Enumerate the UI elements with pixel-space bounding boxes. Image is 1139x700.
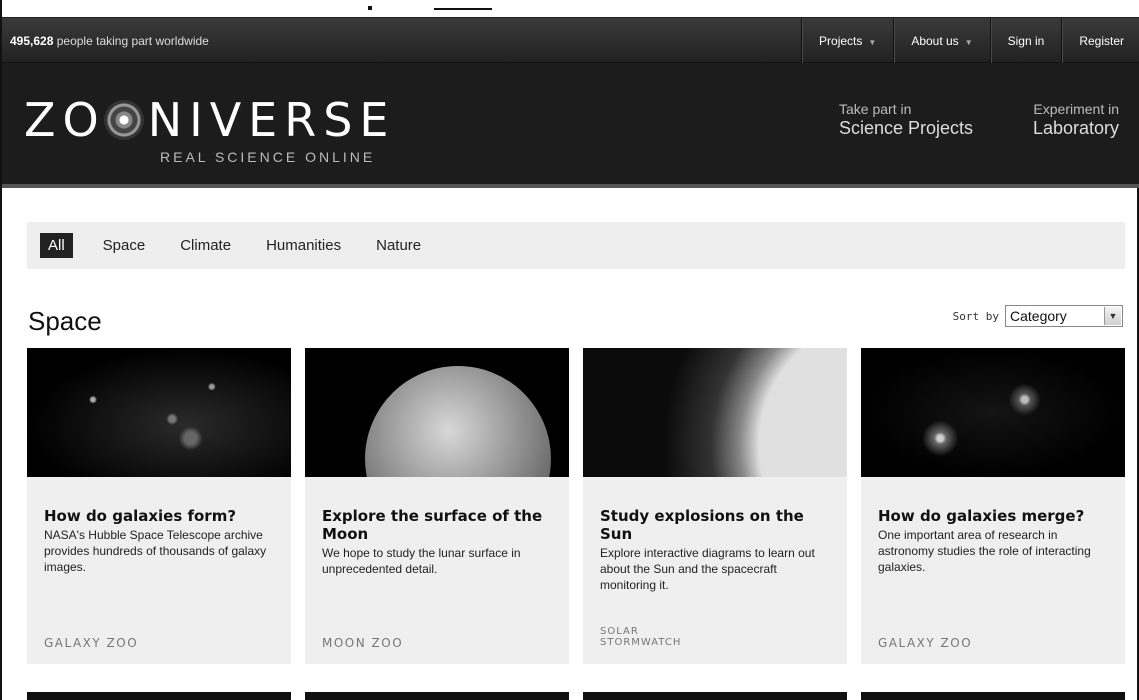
card-peek bbox=[583, 692, 847, 700]
ring-logo-icon bbox=[103, 100, 144, 140]
project-logo: GALAXY ZOO bbox=[44, 636, 139, 650]
chevron-down-icon: ▼ bbox=[868, 38, 877, 47]
logo-subtitle: REAL SCIENCE ONLINE bbox=[160, 149, 376, 165]
sort-selected-value: Category bbox=[1010, 308, 1067, 324]
project-card-moon-zoo[interactable]: Explore the surface of the Moon We hope … bbox=[305, 348, 569, 664]
galaxy-cluster-image bbox=[27, 348, 291, 477]
filter-space[interactable]: Space bbox=[103, 237, 146, 254]
logo-word-right: NIVERSE bbox=[147, 93, 396, 147]
nav-register-label: Register bbox=[1079, 34, 1124, 48]
hero-link-laboratory[interactable]: Experiment in Laboratory bbox=[1033, 101, 1119, 139]
chevron-down-icon: ▼ bbox=[1104, 307, 1121, 325]
participants-counter: 495,628 people taking part worldwide bbox=[10, 18, 209, 63]
moon-disc bbox=[365, 366, 551, 477]
section-title: Space bbox=[28, 306, 102, 336]
filter-humanities[interactable]: Humanities bbox=[266, 237, 341, 254]
filter-all[interactable]: All bbox=[40, 233, 73, 258]
nav-about-us[interactable]: About us ▼ bbox=[893, 18, 989, 63]
nav-sign-in-label: Sign in bbox=[1007, 34, 1045, 48]
card-title: How do galaxies form? bbox=[44, 507, 237, 525]
card-description: One important area of research in astron… bbox=[878, 528, 1091, 574]
filter-nature[interactable]: Nature bbox=[376, 237, 421, 254]
nav-projects-label: Projects bbox=[819, 34, 863, 48]
nav-about-label: About us bbox=[911, 34, 959, 48]
card-peek bbox=[861, 692, 1125, 700]
page-frame: 495,628 people taking part worldwide Pro… bbox=[0, 0, 1139, 700]
top-nav: Projects ▼ About us ▼ Sign in Register bbox=[801, 18, 1139, 63]
card-peek bbox=[27, 692, 291, 700]
chevron-down-icon: ▼ bbox=[964, 38, 973, 47]
browser-top-sliver bbox=[2, 0, 1139, 18]
project-logo: MOON ZOO bbox=[322, 636, 404, 650]
project-logo-line2: STORMWATCH bbox=[600, 637, 682, 648]
next-row-cards-peek bbox=[27, 692, 1125, 700]
category-filter-bar: All Space Climate Humanities Nature bbox=[27, 222, 1125, 269]
logo-wordmark: ZO NIVERSE bbox=[24, 97, 395, 143]
project-cards: How do galaxies form? NASA's Hubble Spac… bbox=[27, 348, 1125, 664]
nav-sign-in[interactable]: Sign in bbox=[989, 18, 1062, 63]
hero-link-big: Laboratory bbox=[1032, 118, 1119, 138]
project-card-galaxy-zoo[interactable]: How do galaxies form? NASA's Hubble Spac… bbox=[27, 348, 291, 664]
sliver-dot bbox=[368, 6, 372, 10]
project-logo: SOLAR STORMWATCH bbox=[600, 626, 681, 648]
merging-galaxies-image bbox=[861, 348, 1125, 477]
hero-banner: ZO NIVERSE REAL SCIENCE ONLINE Take part… bbox=[2, 63, 1139, 188]
nav-projects[interactable]: Projects ▼ bbox=[801, 18, 893, 63]
top-header-bar: 495,628 people taking part worldwide Pro… bbox=[2, 18, 1139, 63]
zooniverse-logo[interactable]: ZO NIVERSE REAL SCIENCE ONLINE bbox=[24, 97, 395, 165]
card-description: NASA's Hubble Space Telescope archive pr… bbox=[44, 528, 267, 574]
sort-select[interactable]: Category ▼ bbox=[1005, 305, 1123, 327]
logo-word-left: ZO bbox=[24, 93, 106, 147]
filter-climate[interactable]: Climate bbox=[180, 237, 231, 254]
sort-label: Sort by bbox=[952, 309, 999, 323]
project-logo-line1: SOLAR bbox=[600, 626, 639, 637]
card-description: We hope to study the lunar surface in un… bbox=[322, 546, 521, 576]
moon-image bbox=[305, 348, 569, 477]
participants-text: people taking part worldwide bbox=[56, 34, 209, 48]
card-description: Explore interactive diagrams to learn ou… bbox=[600, 546, 815, 592]
hero-link-small: Take part in bbox=[839, 101, 912, 117]
project-card-solar-stormwatch[interactable]: Study explosions on the Sun Explore inte… bbox=[583, 348, 847, 664]
hero-link-science-projects[interactable]: Take part in Science Projects bbox=[839, 101, 973, 139]
card-peek bbox=[305, 692, 569, 700]
card-title: Explore the surface of the Moon bbox=[322, 507, 543, 543]
sliver-link-underline bbox=[434, 8, 492, 10]
card-title: Study explosions on the Sun bbox=[600, 507, 804, 543]
sort-control: Sort by Category ▼ bbox=[953, 305, 1123, 327]
nav-register[interactable]: Register bbox=[1061, 18, 1139, 63]
card-title: How do galaxies merge? bbox=[878, 507, 1085, 525]
hero-link-big: Science Projects bbox=[839, 118, 974, 138]
participants-count: 495,628 bbox=[10, 34, 54, 48]
hero-link-small: Experiment in bbox=[1033, 101, 1119, 117]
project-logo: GALAXY ZOO bbox=[878, 636, 973, 650]
sun-image bbox=[583, 348, 847, 477]
project-card-galaxy-merge[interactable]: How do galaxies merge? One important are… bbox=[861, 348, 1125, 664]
